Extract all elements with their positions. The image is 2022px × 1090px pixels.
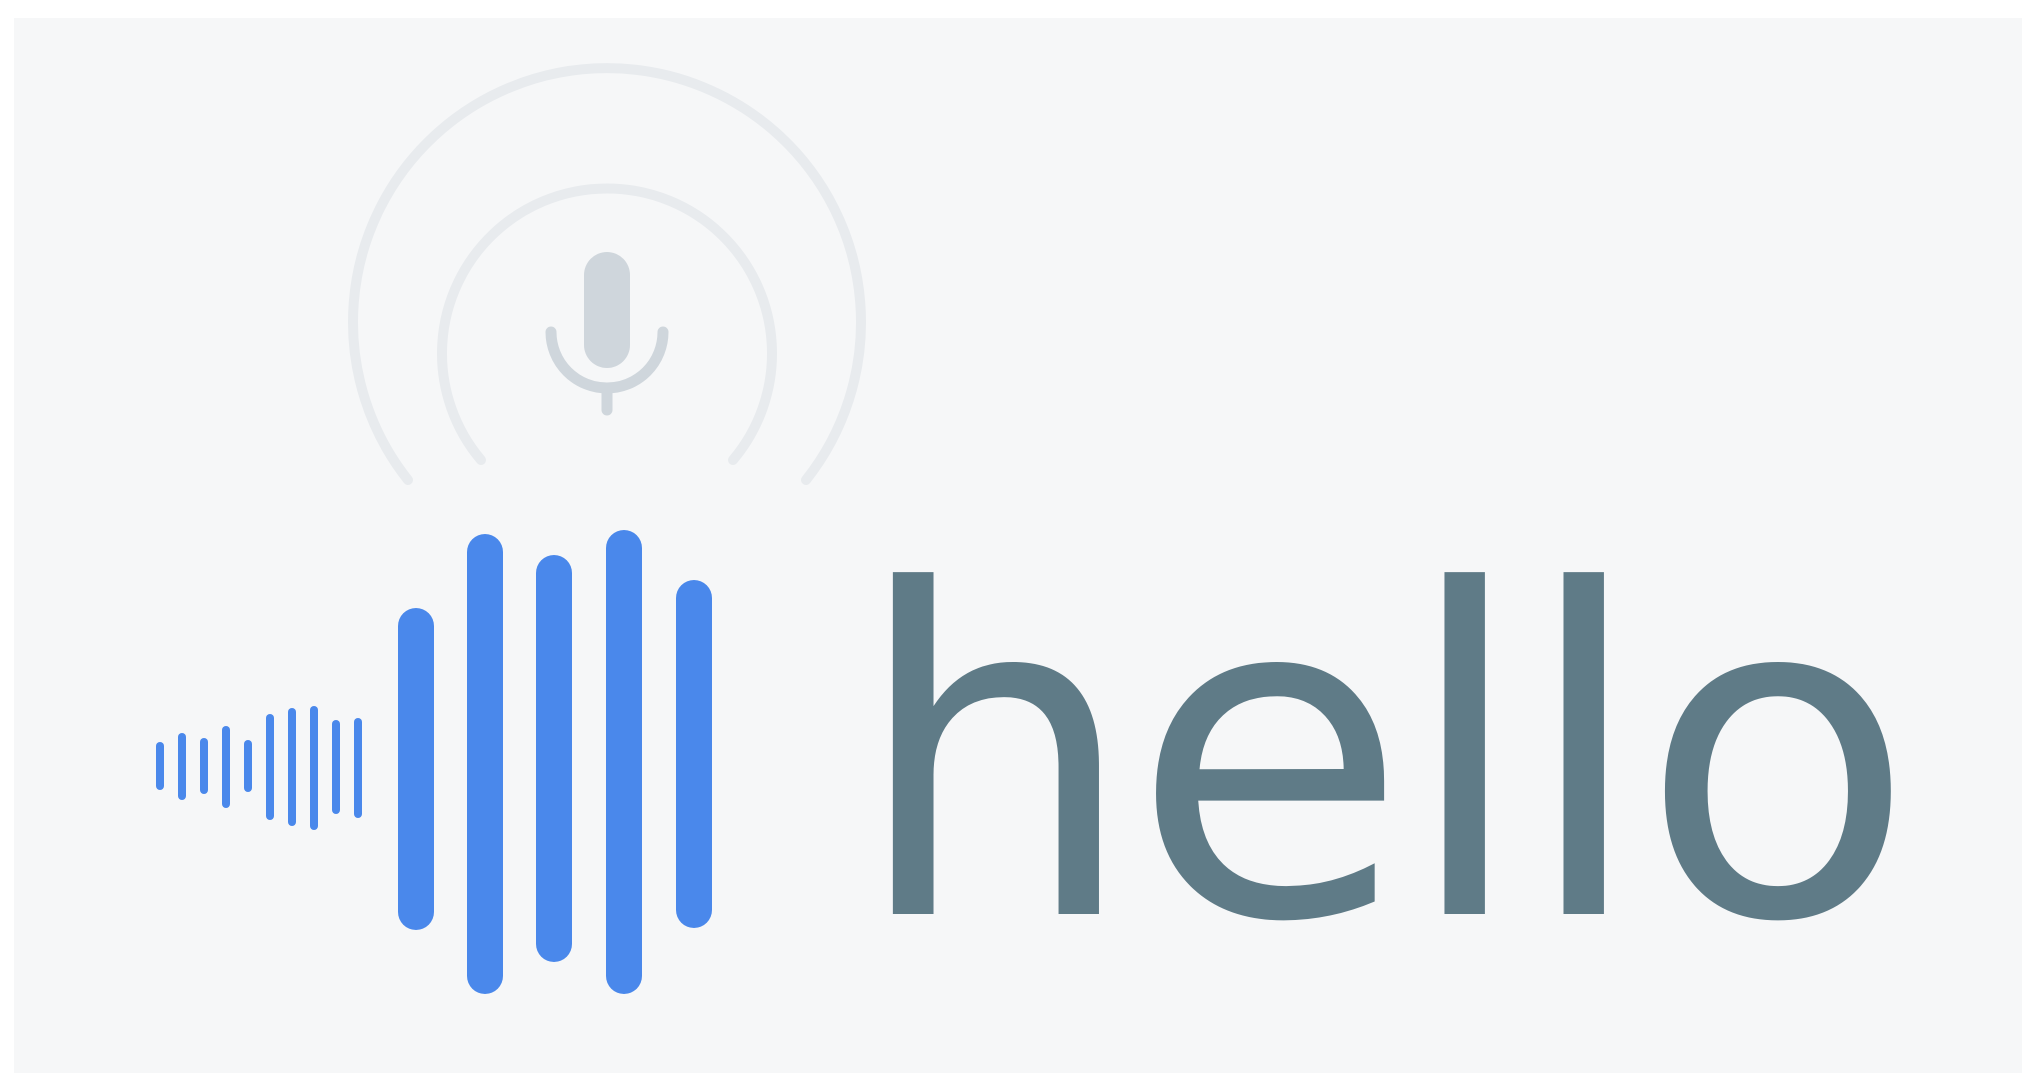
wave-bar xyxy=(310,706,318,830)
wave-bar xyxy=(536,555,572,962)
wave-bar xyxy=(222,726,230,808)
voice-illustration: hello xyxy=(14,18,2022,1073)
wave-bar xyxy=(467,534,503,994)
wave-bar xyxy=(266,714,274,820)
wave-bar xyxy=(200,738,208,794)
wave-bar xyxy=(354,718,362,818)
graphic-panel: hello xyxy=(14,18,2022,1073)
wave-bar xyxy=(178,733,186,800)
wave-bar xyxy=(606,530,642,994)
microphone-capsule xyxy=(584,252,630,368)
wave-bar xyxy=(288,708,296,826)
wave-bar xyxy=(244,740,252,792)
hello-word: hello xyxy=(852,497,1909,1021)
wave-bar xyxy=(398,608,434,930)
voice-hello-graphic: hello xyxy=(0,0,2022,1090)
wave-bar xyxy=(332,720,340,814)
wave-bar xyxy=(676,580,712,928)
wave-bar xyxy=(156,742,164,790)
